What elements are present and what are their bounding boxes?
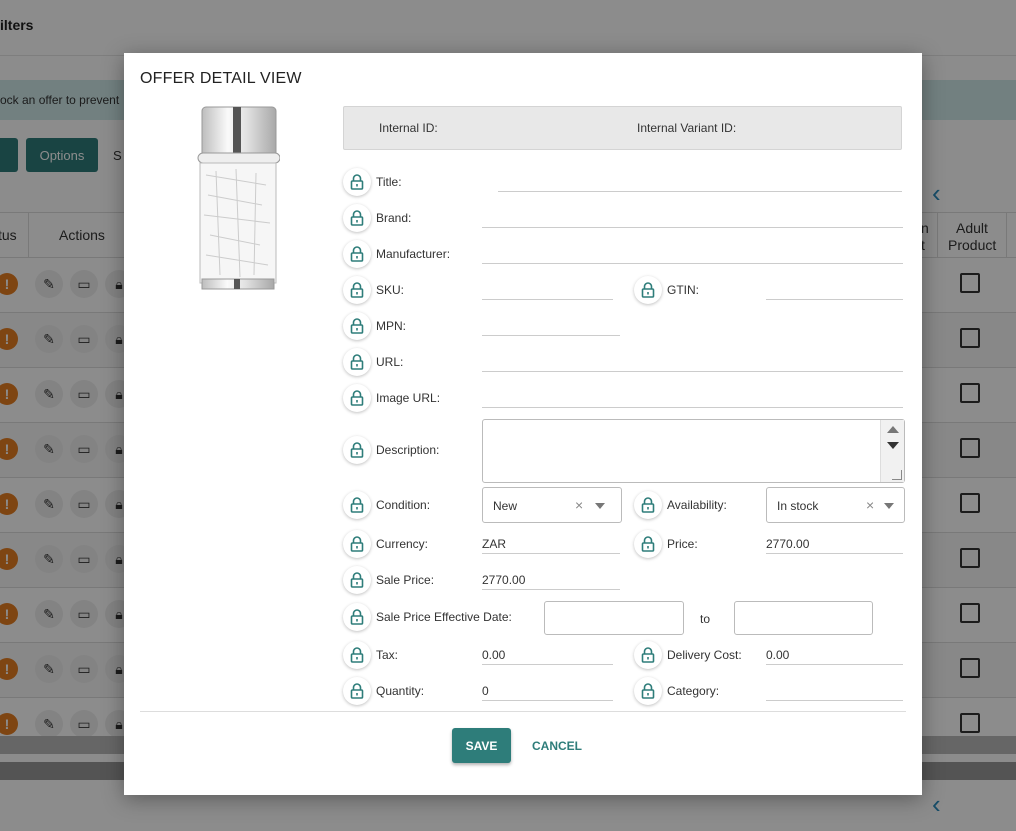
clear-icon[interactable]: × <box>575 497 583 513</box>
lock-icon[interactable] <box>343 204 371 232</box>
tax-value: 0.00 <box>482 648 506 662</box>
category-input[interactable] <box>766 700 903 701</box>
lock-icon[interactable] <box>343 276 371 304</box>
price-input[interactable] <box>766 553 903 554</box>
image-url-input[interactable] <box>482 407 903 408</box>
lock-icon[interactable] <box>343 348 371 376</box>
modal-title: OFFER DETAIL VIEW <box>140 70 302 87</box>
scroll-up-arrow-icon[interactable] <box>887 426 899 433</box>
delivery-cost-value: 0.00 <box>766 648 790 662</box>
condition-label: Condition: <box>376 498 431 512</box>
save-button[interactable]: SAVE <box>452 728 511 763</box>
description-textarea[interactable] <box>482 419 905 483</box>
chevron-down-icon[interactable] <box>595 503 605 509</box>
lock-icon[interactable] <box>634 530 662 558</box>
currency-input[interactable] <box>482 553 620 554</box>
price-label: Price: <box>667 537 698 551</box>
availability-select[interactable]: In stock × <box>766 487 905 523</box>
lock-icon[interactable] <box>634 276 662 304</box>
sku-label: SKU: <box>376 283 405 297</box>
lock-icon[interactable] <box>634 491 662 519</box>
sale-start-date-input[interactable] <box>544 601 684 635</box>
availability-label: Availability: <box>667 498 727 512</box>
chevron-down-icon[interactable] <box>884 503 894 509</box>
gtin-label: GTIN: <box>667 283 699 297</box>
title-input[interactable] <box>498 191 902 192</box>
manufacturer-input[interactable] <box>482 263 903 264</box>
scroll-down-arrow-icon[interactable] <box>887 442 899 449</box>
lock-icon[interactable] <box>343 603 371 631</box>
lock-icon[interactable] <box>343 436 371 464</box>
lock-icon[interactable] <box>343 240 371 268</box>
currency-value: ZAR <box>482 537 506 551</box>
sale-price-input[interactable] <box>482 589 620 590</box>
manufacturer-label: Manufacturer: <box>376 247 451 261</box>
resize-grip-icon[interactable] <box>892 470 902 480</box>
lock-icon[interactable] <box>634 677 662 705</box>
availability-value: In stock <box>777 499 819 513</box>
quantity-value: 0 <box>482 684 489 698</box>
date-range-to-label: to <box>700 612 711 626</box>
brand-label: Brand: <box>376 211 412 225</box>
gtin-input[interactable] <box>766 299 903 300</box>
url-input[interactable] <box>482 371 903 372</box>
brand-input[interactable] <box>482 227 903 228</box>
quantity-input[interactable] <box>482 700 613 701</box>
image-url-label: Image URL: <box>376 391 441 405</box>
quantity-label: Quantity: <box>376 684 425 698</box>
lock-icon[interactable] <box>343 384 371 412</box>
tax-input[interactable] <box>482 664 613 665</box>
id-bar: Internal ID: Internal Variant ID: <box>343 106 902 150</box>
mpn-label: MPN: <box>376 319 406 333</box>
lock-icon[interactable] <box>343 491 371 519</box>
product-image <box>197 106 280 290</box>
tax-label: Tax: <box>376 648 399 662</box>
sale-end-date-input[interactable] <box>734 601 873 635</box>
footer-divider <box>140 711 906 712</box>
cancel-button[interactable]: CANCEL <box>522 728 592 763</box>
category-label: Category: <box>667 684 720 698</box>
offer-detail-modal: OFFER DETAIL VIEW Internal ID: Internal … <box>124 53 922 795</box>
lock-icon[interactable] <box>343 530 371 558</box>
lock-icon[interactable] <box>343 312 371 340</box>
delivery-cost-input[interactable] <box>766 664 903 665</box>
url-label: URL: <box>376 355 404 369</box>
lock-icon[interactable] <box>343 641 371 669</box>
sale-price-value: 2770.00 <box>482 573 526 587</box>
lock-icon[interactable] <box>343 677 371 705</box>
price-value: 2770.00 <box>766 537 810 551</box>
description-label: Description: <box>376 443 440 457</box>
title-label: Title: <box>376 175 402 189</box>
lock-icon[interactable] <box>343 168 371 196</box>
mpn-input[interactable] <box>482 335 620 336</box>
sale-price-label: Sale Price: <box>376 573 435 587</box>
lock-icon[interactable] <box>634 641 662 669</box>
delivery-cost-label: Delivery Cost: <box>667 648 742 662</box>
sale-price-effective-date-label: Sale Price Effective Date: <box>376 610 512 624</box>
condition-value: New <box>493 499 518 513</box>
internal-id-label: Internal ID: <box>379 121 438 135</box>
internal-variant-id-label: Internal Variant ID: <box>637 121 737 135</box>
sku-input[interactable] <box>482 299 613 300</box>
currency-label: Currency: <box>376 537 429 551</box>
clear-icon[interactable]: × <box>866 497 874 513</box>
condition-select[interactable]: New × <box>482 487 622 523</box>
textarea-scrollbar[interactable] <box>880 420 904 482</box>
lock-icon[interactable] <box>343 566 371 594</box>
